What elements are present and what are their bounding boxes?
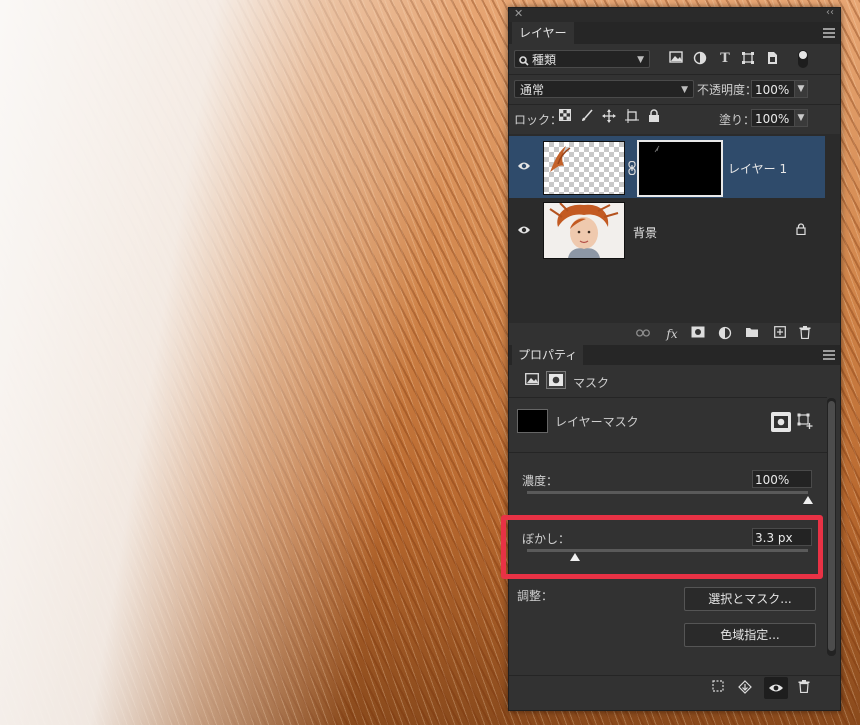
layer-thumbnail <box>543 141 625 195</box>
layer-mask-thumbnail[interactable] <box>637 140 723 197</box>
density-input[interactable]: 100% <box>752 470 812 488</box>
load-selection-from-mask-icon[interactable] <box>710 680 726 696</box>
chevron-down-icon: ▼ <box>681 85 688 95</box>
layers-scrollbar[interactable] <box>826 134 838 323</box>
filter-kind-label: 種類 <box>532 53 557 67</box>
tab-layers[interactable]: レイヤー <box>512 22 574 44</box>
new-group-folder-icon[interactable] <box>744 326 760 342</box>
properties-menu-icon[interactable] <box>823 350 835 360</box>
opacity-dropdown-icon[interactable]: ▼ <box>794 80 808 98</box>
layer-row-layer1[interactable]: レイヤー 1 <box>509 136 825 198</box>
opacity-label: 不透明度： <box>697 83 758 97</box>
pixel-mask-icon[interactable] <box>525 373 541 389</box>
blend-mode-select[interactable]: 通常 ▼ <box>514 80 694 98</box>
fx-layer-style-icon[interactable]: fx <box>664 326 680 342</box>
adjustment-layer-filter-icon[interactable] <box>693 51 709 67</box>
background-thumbnail-photo <box>543 202 625 259</box>
lock-position-move-icon[interactable] <box>602 109 618 125</box>
color-range-button[interactable]: 色域指定... <box>684 623 816 647</box>
properties-tab-row: プロパティ <box>509 345 840 365</box>
opacity-input[interactable]: 100% <box>751 80 795 98</box>
feather-slider-thumb[interactable] <box>569 553 580 561</box>
layer-mask-mode-icon[interactable] <box>546 371 566 389</box>
layer-filter-select[interactable]: 種類 ▼ <box>514 50 650 68</box>
layers-list: レイヤー 1 背景 <box>509 134 840 323</box>
filter-search-icon <box>519 51 529 69</box>
adjust-label: 調整： <box>517 589 554 603</box>
properties-scrollbar[interactable] <box>827 398 836 656</box>
mask-section-label: マスク <box>573 376 610 390</box>
feather-slider-track[interactable] <box>527 549 808 552</box>
new-adjustment-layer-icon[interactable] <box>717 326 733 342</box>
layers-panel: ✕ ‹‹ レイヤー 種類 ▼ T 通常 ▼ 不透明度： 100% ▼ ロック： <box>508 7 841 711</box>
lock-transparent-pixels-icon[interactable] <box>559 109 575 125</box>
link-chain-icon[interactable] <box>628 160 636 176</box>
properties-scrollbar-thumb[interactable] <box>828 401 835 651</box>
new-layer-icon[interactable] <box>772 326 788 342</box>
lock-all-icon[interactable] <box>648 109 664 125</box>
close-icon[interactable]: ✕ <box>514 7 523 20</box>
layer-mask-preview-thumbnail <box>517 409 548 433</box>
panel-top-strip: ✕ ‹‹ <box>509 7 840 22</box>
density-slider-track[interactable] <box>527 491 808 494</box>
lock-image-pixels-brush-icon[interactable] <box>580 109 596 125</box>
add-vector-mask-icon[interactable] <box>797 413 813 429</box>
visibility-eye-icon[interactable] <box>517 224 531 238</box>
fill-input[interactable]: 100% <box>751 109 795 127</box>
layer-mask-label: レイヤーマスク <box>555 415 639 429</box>
shape-layer-filter-icon[interactable] <box>741 51 757 67</box>
feather-input[interactable]: 3.3 px <box>752 528 812 546</box>
link-layers-icon[interactable] <box>635 326 651 342</box>
panel-menu-icon[interactable] <box>823 28 835 38</box>
density-label: 濃度： <box>522 474 559 488</box>
pixel-layer-filter-icon[interactable] <box>669 51 685 67</box>
visibility-eye-icon[interactable] <box>517 160 531 174</box>
layer-lock-icon[interactable] <box>796 223 806 236</box>
layer-name[interactable]: レイヤー 1 <box>728 160 787 177</box>
select-and-mask-button[interactable]: 選択とマスク... <box>684 587 816 611</box>
select-pixel-mask-icon[interactable] <box>771 412 791 432</box>
smart-object-filter-icon[interactable] <box>765 51 781 67</box>
disable-enable-mask-eye-icon[interactable] <box>764 677 788 699</box>
lock-artboard-icon[interactable] <box>625 109 641 125</box>
collapse-icon[interactable]: ‹‹ <box>826 7 834 18</box>
tab-properties[interactable]: プロパティ <box>512 345 584 365</box>
chevron-down-icon: ▼ <box>637 55 644 65</box>
layer-name[interactable]: 背景 <box>633 224 657 241</box>
blend-mode-value: 通常 <box>520 83 545 97</box>
fill-dropdown-icon[interactable]: ▼ <box>794 109 808 127</box>
add-mask-icon[interactable] <box>690 326 706 342</box>
lock-label: ロック： <box>514 113 563 127</box>
type-layer-filter-icon[interactable]: T <box>717 51 733 67</box>
apply-mask-icon[interactable] <box>737 680 753 696</box>
delete-layer-trash-icon[interactable] <box>797 326 813 342</box>
fill-label: 塗り： <box>719 113 756 127</box>
layers-bottom-toolbar: fx <box>509 323 840 345</box>
layers-tab-row: レイヤー <box>509 22 840 44</box>
layer-row-background[interactable]: 背景 <box>509 200 825 262</box>
feather-label: ぼかし： <box>522 532 571 546</box>
delete-mask-trash-icon[interactable] <box>796 680 812 696</box>
density-slider-thumb[interactable] <box>803 496 813 504</box>
filter-toggle-switch-icon[interactable] <box>797 49 813 68</box>
